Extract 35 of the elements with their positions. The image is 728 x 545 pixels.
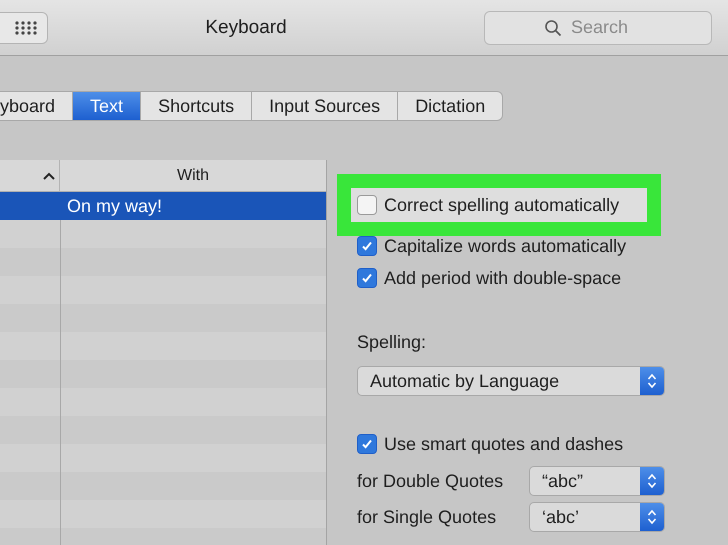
check-icon	[361, 240, 373, 252]
popup-menu[interactable]: “abc”	[529, 466, 665, 496]
field-label: for Single Quotes	[357, 506, 498, 528]
table-cell-text: On my way!	[66, 194, 164, 218]
popup-value: ‘abc’	[541, 506, 580, 528]
search-icon	[544, 18, 562, 36]
checkbox-label: Use smart quotes and dashes	[384, 434, 624, 454]
window-title: Keyboard	[204, 16, 288, 38]
search-field[interactable]: Search	[484, 10, 712, 44]
chevron-up-down-icon	[647, 372, 657, 390]
popup-value: “abc”	[541, 470, 584, 492]
tab[interactable]: Input Sources	[252, 91, 398, 121]
check-icon	[361, 272, 373, 284]
check-icon	[361, 438, 373, 450]
popup-menu[interactable]: Automatic by Language	[357, 366, 665, 396]
checkbox-label: Capitalize words automatically	[384, 236, 626, 256]
tab[interactable]: yboard	[0, 91, 74, 121]
checkbox-label: Correct spelling automatically	[384, 194, 620, 216]
checkbox[interactable]	[357, 268, 377, 288]
popup-value: Automatic by Language	[369, 370, 560, 392]
checkbox[interactable]	[357, 434, 377, 454]
popup-menu[interactable]: ‘abc’	[529, 502, 665, 532]
grid-icon	[15, 20, 37, 34]
show-all-button[interactable]	[0, 12, 48, 44]
table-row[interactable]: On my way!	[0, 192, 326, 220]
checkbox[interactable]	[357, 236, 377, 256]
checkbox[interactable]	[357, 195, 377, 215]
tab[interactable]: Dictation	[398, 91, 504, 121]
checkbox-label: Add period with double-space	[384, 268, 622, 288]
chevron-up-down-icon	[647, 508, 657, 526]
tab[interactable]: Text	[73, 91, 142, 121]
section-label: Spelling:	[357, 332, 428, 354]
tab[interactable]: Shortcuts	[141, 91, 252, 121]
field-label: for Double Quotes	[357, 470, 504, 492]
chevron-up-down-icon	[647, 472, 657, 490]
